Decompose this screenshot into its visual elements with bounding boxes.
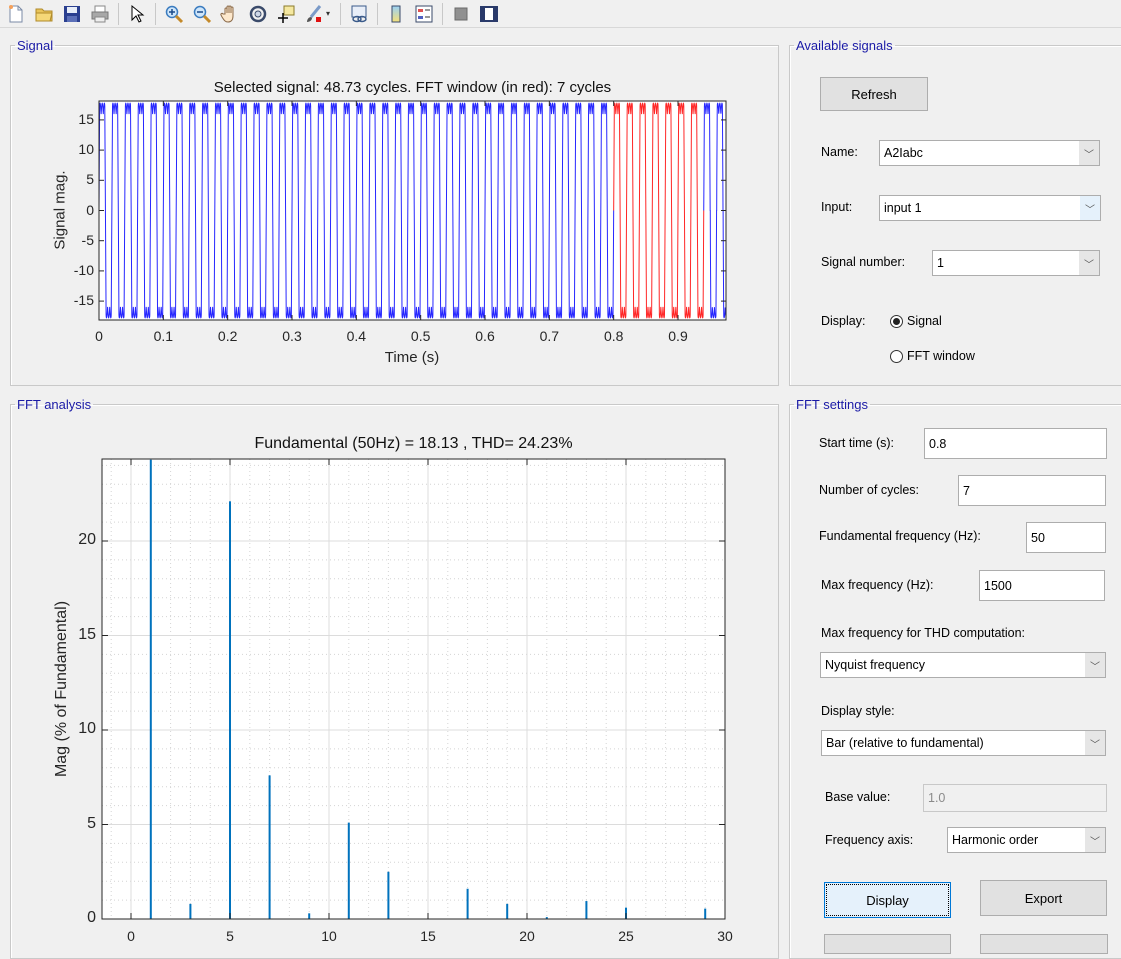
base-value-input: 1.0 — [923, 784, 1107, 812]
fft-chart[interactable] — [0, 400, 780, 944]
fft-bar-h17 — [466, 888, 469, 919]
signal-xtick-label: 0.9 — [668, 328, 688, 344]
input-dropdown[interactable]: input 1 ﹀ — [879, 195, 1101, 221]
signal-xtick-label: 0.5 — [410, 328, 431, 344]
signal-ytick-label: 0 — [86, 201, 94, 218]
radio-selected-icon — [890, 314, 903, 328]
signal-ytick-label: 15 — [78, 110, 94, 127]
num-cycles-label: Number of cycles: — [819, 483, 920, 497]
fft-bar-h11 — [347, 822, 350, 919]
fft-ytick-label: 10 — [78, 720, 96, 737]
additional-button-1[interactable] — [824, 934, 951, 954]
thd-max-frequency-dropdown[interactable]: Nyquist frequency ﹀ — [820, 652, 1106, 678]
signal-number-value: 1 — [937, 256, 944, 270]
fft-xtick-label: 30 — [717, 928, 733, 944]
fft-bar-h9 — [308, 913, 311, 919]
display-style-label: Display style: — [821, 704, 895, 718]
signal-ytick-label: -15 — [73, 292, 94, 309]
display-signal-label: Signal — [907, 314, 942, 328]
chevron-down-icon[interactable]: ﹀ — [1085, 731, 1105, 755]
base-value-label: Base value: — [825, 790, 891, 804]
signal-xtick-label: 0.1 — [153, 328, 174, 344]
chevron-down-icon[interactable]: ﹀ — [1080, 196, 1100, 220]
frequency-axis-value: Harmonic order — [952, 833, 1039, 847]
fft-bar-h3 — [189, 903, 192, 919]
name-dropdown-value: A2Iabc — [884, 146, 923, 160]
chevron-down-icon[interactable]: ﹀ — [1079, 251, 1099, 275]
frequency-axis-label: Frequency axis: — [825, 833, 914, 847]
max-frequency-label: Max frequency (Hz): — [821, 578, 934, 592]
display-button[interactable]: Display — [824, 882, 951, 918]
fft-bar-h5 — [229, 501, 231, 919]
signal-xtick-label: 0.3 — [282, 328, 302, 344]
thd-max-frequency-label: Max frequency for THD computation: — [821, 626, 1026, 640]
display-style-dropdown[interactable]: Bar (relative to fundamental) ﹀ — [821, 730, 1106, 756]
available-signals-legend: Available signals — [796, 38, 893, 53]
chevron-down-icon[interactable]: ﹀ — [1085, 653, 1105, 677]
fft-bar-h29 — [704, 908, 707, 919]
signal-xtick-label: 0 — [95, 328, 103, 344]
signal-ytick-label: -5 — [81, 231, 94, 248]
fft-ytick-label: 0 — [87, 909, 96, 926]
start-time-label: Start time (s): — [819, 436, 895, 450]
fft-xtick-label: 10 — [321, 928, 337, 944]
signal-ytick-label: 10 — [78, 141, 94, 158]
chevron-down-icon[interactable]: ﹀ — [1085, 828, 1105, 852]
radio-unselected-icon — [890, 349, 903, 363]
fft-ytick-label: 15 — [78, 625, 96, 643]
thd-max-frequency-value: Nyquist frequency — [825, 658, 926, 672]
signal-ytick-label: 5 — [86, 171, 94, 188]
fft-plot-area — [102, 459, 725, 919]
display-fft-window-radio[interactable]: FFT window — [890, 349, 975, 363]
name-label: Name: — [821, 145, 858, 159]
num-cycles-input[interactable]: 7 — [958, 475, 1106, 506]
signal-xtick-label: 0.8 — [603, 328, 624, 344]
signal-number-label: Signal number: — [821, 255, 906, 269]
signal-xtick-label: 0.7 — [539, 328, 560, 344]
fft-xtick-label: 15 — [420, 928, 436, 944]
display-signal-radio[interactable]: Signal — [890, 314, 942, 328]
fft-xtick-label: 20 — [519, 928, 535, 944]
input-dropdown-value: input 1 — [884, 201, 922, 215]
export-button[interactable]: Export — [980, 880, 1107, 916]
display-style-value: Bar (relative to fundamental) — [826, 736, 984, 750]
signal-series-line-0 — [98, 102, 615, 319]
fft-bar-h1 — [149, 459, 152, 919]
display-fft-window-label: FFT window — [907, 349, 975, 363]
fft-xtick-label: 0 — [127, 928, 135, 944]
fft-xtick-label: 25 — [618, 928, 634, 944]
fft-bar-h7 — [268, 775, 271, 919]
fft-ytick-label: 20 — [78, 531, 96, 548]
fft-bar-h19 — [506, 903, 509, 919]
signal-xtick-label: 0.6 — [475, 328, 495, 344]
input-label: Input: — [821, 200, 853, 214]
max-frequency-input[interactable]: 1500 — [979, 570, 1105, 601]
frequency-axis-dropdown[interactable]: Harmonic order ﹀ — [947, 827, 1106, 853]
display-label: Display: — [821, 314, 866, 328]
fft-settings-legend: FFT settings — [796, 397, 869, 412]
fft-xtick-label: 5 — [226, 928, 234, 944]
chevron-down-icon[interactable]: ﹀ — [1079, 141, 1099, 165]
signal-plot-area — [99, 101, 726, 320]
signal-xtick-label: 0.4 — [346, 328, 367, 344]
fft-ytick-label: 5 — [87, 814, 96, 832]
fft-bar-h23 — [585, 901, 588, 919]
additional-button-2[interactable] — [980, 934, 1108, 954]
refresh-button[interactable]: Refresh — [820, 77, 928, 111]
name-dropdown[interactable]: A2Iabc ﹀ — [879, 140, 1100, 166]
signal-ytick-label: -10 — [73, 261, 94, 278]
signal-xtick-label: 0.2 — [217, 328, 238, 344]
signal-number-dropdown[interactable]: 1 ﹀ — [932, 250, 1100, 276]
fundamental-frequency-label: Fundamental frequency (Hz): — [819, 529, 981, 543]
fft-bar-h13 — [387, 871, 390, 919]
start-time-input[interactable]: 0.8 — [924, 428, 1107, 459]
fundamental-frequency-input[interactable]: 50 — [1026, 522, 1106, 553]
